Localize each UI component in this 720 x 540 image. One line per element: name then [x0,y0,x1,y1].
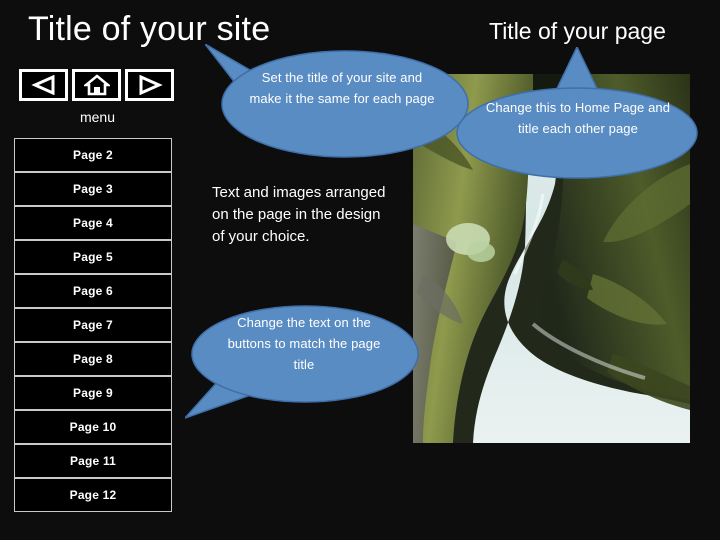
page-button-label: Page 12 [69,488,117,502]
page-button-list: Page 2 Page 3 Page 4 Page 5 Page 6 Page … [14,138,172,512]
menu-label: menu [79,109,116,125]
page-button-label: Page 7 [73,318,113,332]
body-text: Text and images arranged on the page in … [212,184,386,245]
page-button[interactable]: Page 4 [14,206,172,240]
page-button-label: Page 10 [69,420,117,434]
slide-canvas: Title of your site Title of your page me… [0,0,720,540]
callout-buttons-bubble: Change the text on the buttons to match … [185,300,420,420]
callout-page-text: Change this to Home Page and title each … [485,100,671,136]
home-button[interactable] [72,69,121,101]
back-button[interactable] [19,69,68,101]
page-button[interactable]: Page 8 [14,342,172,376]
page-button-label: Page 4 [73,216,113,230]
page-button-label: Page 9 [73,386,113,400]
site-title: Title of your site [28,10,271,48]
callout-page-bubble: Change this to Home Page and title each … [455,47,700,180]
page-button-label: Page 3 [73,182,113,196]
home-icon [83,74,110,96]
page-button[interactable]: Page 3 [14,172,172,206]
page-button[interactable]: Page 11 [14,444,172,478]
page-button[interactable]: Page 9 [14,376,172,410]
triangle-right-icon [137,75,163,95]
callout-buttons-text: Change the text on the buttons to match … [227,315,381,372]
page-button-label: Page 2 [73,148,113,162]
page-button[interactable]: Page 5 [14,240,172,274]
page-title: Title of your page [489,18,666,44]
page-button[interactable]: Page 12 [14,478,172,512]
page-button[interactable]: Page 7 [14,308,172,342]
navigation-bar [19,69,174,101]
page-button[interactable]: Page 10 [14,410,172,444]
page-button[interactable]: Page 2 [14,138,172,172]
triangle-left-icon [30,75,57,95]
page-button-label: Page 6 [73,284,113,298]
callout-title-bubble: Set the title of your site and make it t… [205,44,470,160]
page-button-label: Page 11 [69,454,117,468]
page-button[interactable]: Page 6 [14,274,172,308]
forward-button[interactable] [125,69,174,101]
page-button-label: Page 8 [73,352,113,366]
page-button-label: Page 5 [73,250,113,264]
callout-title-text: Set the title of your site and make it t… [249,70,435,106]
